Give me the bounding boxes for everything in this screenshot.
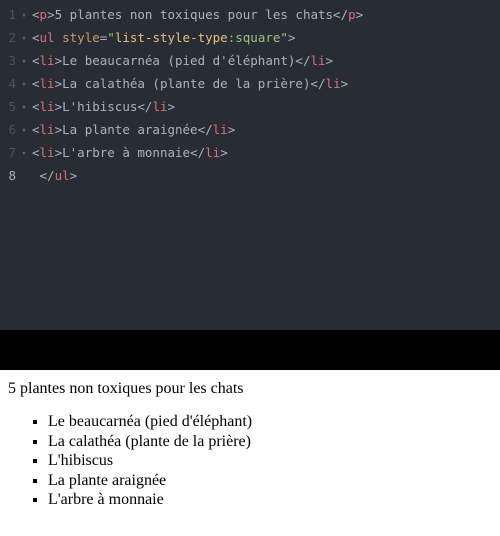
- line-number: 1: [0, 4, 18, 27]
- code-line[interactable]: 4▾<li>La calathéa (plante de la prière)<…: [0, 73, 500, 96]
- code-content[interactable]: </ul>: [30, 165, 77, 186]
- fold-chevron-icon: [18, 165, 30, 186]
- rendered-preview: 5 plantes non toxiques pour les chats Le…: [0, 370, 500, 536]
- fold-chevron-icon[interactable]: ▾: [18, 119, 30, 142]
- list-item: La calathéa (plante de la prière): [48, 432, 492, 452]
- code-content[interactable]: <ul style="list-style-type:square">: [30, 27, 295, 50]
- code-line[interactable]: 2▾<ul style="list-style-type:square">: [0, 27, 500, 50]
- fold-chevron-icon[interactable]: ▾: [18, 50, 30, 73]
- line-number: 8: [0, 165, 18, 186]
- code-editor[interactable]: 1▾<p>5 plantes non toxiques pour les cha…: [0, 0, 500, 330]
- line-number: 6: [0, 119, 18, 142]
- code-line[interactable]: 7▾<li>L'arbre à monnaie</li>: [0, 142, 500, 165]
- list-item: L'hibiscus: [48, 451, 492, 471]
- fold-chevron-icon[interactable]: ▾: [18, 96, 30, 119]
- code-content[interactable]: <li>L'arbre à monnaie</li>: [30, 142, 228, 165]
- line-number: 4: [0, 73, 18, 96]
- list-item: La plante araignée: [48, 471, 492, 491]
- code-content[interactable]: <p>5 plantes non toxiques pour les chats…: [30, 4, 363, 27]
- code-content[interactable]: <li>La calathéa (plante de la prière)</l…: [30, 73, 348, 96]
- line-number: 2: [0, 27, 18, 50]
- code-line[interactable]: 5▾<li>L'hibiscus</li>: [0, 96, 500, 119]
- list-item: L'arbre à monnaie: [48, 490, 492, 510]
- preview-title: 5 plantes non toxiques pour les chats: [8, 380, 492, 398]
- code-content[interactable]: <li>L'hibiscus</li>: [30, 96, 175, 119]
- fold-chevron-icon[interactable]: ▾: [18, 142, 30, 165]
- list-item: Le beaucarnéa (pied d'éléphant): [48, 412, 492, 432]
- code-line[interactable]: 3▾<li>Le beaucarnéa (pied d'éléphant)</l…: [0, 50, 500, 73]
- line-number: 3: [0, 50, 18, 73]
- code-content[interactable]: <li>Le beaucarnéa (pied d'éléphant)</li>: [30, 50, 333, 73]
- code-content[interactable]: <li>La plante araignée</li>: [30, 119, 235, 142]
- fold-chevron-icon[interactable]: ▾: [18, 27, 30, 50]
- fold-chevron-icon[interactable]: ▾: [18, 4, 30, 27]
- pane-divider: [0, 330, 500, 370]
- code-line[interactable]: 6▾<li>La plante araignée</li>: [0, 119, 500, 142]
- code-line[interactable]: 8 </ul>: [0, 165, 500, 186]
- preview-list: Le beaucarnéa (pied d'éléphant)La calath…: [8, 412, 492, 510]
- fold-chevron-icon[interactable]: ▾: [18, 73, 30, 96]
- code-line[interactable]: 1▾<p>5 plantes non toxiques pour les cha…: [0, 4, 500, 27]
- line-number: 7: [0, 142, 18, 165]
- line-number: 5: [0, 96, 18, 119]
